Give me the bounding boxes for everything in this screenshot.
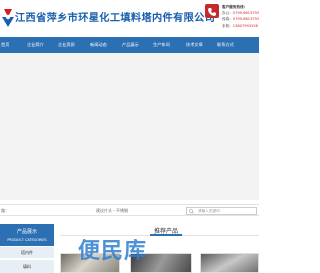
product-thumbnail[interactable] <box>200 253 259 273</box>
phone-value: 0799-6613792 <box>232 11 260 16</box>
breadcrumb-bar: 路： 建议片头 - 不锈钢 请输入关键词 <box>0 204 259 216</box>
nav-item-qualification[interactable]: 企业资质 <box>58 37 75 53</box>
nav-item-articles[interactable]: 技术文章 <box>186 37 203 53</box>
search-placeholder: 请输入关键词 <box>198 209 220 213</box>
sidebar-item-packing[interactable]: 填料 <box>0 260 54 273</box>
nav-item-news[interactable]: 新闻动态 <box>90 37 107 53</box>
search-icon[interactable] <box>189 209 194 214</box>
hotline-info: 客户服务热线： 办公：0799-6613792 传真：0799-6613792 … <box>222 4 259 29</box>
section-divider-accent <box>150 234 182 236</box>
fax-label: 传真： <box>222 17 233 22</box>
site-header: 江西省萍乡市环星化工填料塔内件有限公司 客户服务热线： 办公：0799-6613… <box>0 0 259 36</box>
breadcrumb[interactable]: 建议片头 - 不锈钢 <box>96 208 128 214</box>
fax-value: 0799-6613792 <box>232 17 260 22</box>
main-nav: 首页 企业简介 企业资质 新闻动态 产品展示 生产车间 技术文章 联系方式 <box>0 37 259 53</box>
sidebar-subtitle: PRODUCT CATEGORIES <box>7 238 47 242</box>
breadcrumb-prefix: 路： <box>1 208 9 213</box>
watermark-text: 便民库 <box>78 239 148 264</box>
nav-item-about[interactable]: 企业简介 <box>27 37 44 53</box>
nav-item-contact[interactable]: 联系方式 <box>217 37 234 53</box>
banner-area <box>0 53 259 200</box>
mobile-label: 手机： <box>222 23 233 28</box>
phone-label: 办公： <box>222 11 233 16</box>
search-input[interactable]: 请输入关键词 <box>186 207 257 215</box>
sidebar-item-tower-internals[interactable]: 塔内件 <box>0 247 54 259</box>
nav-item-home[interactable]: 首页 <box>1 37 9 53</box>
sidebar-header: 产品展示 PRODUCT CATEGORIES <box>0 224 54 246</box>
nav-item-products[interactable]: 产品展示 <box>122 37 139 53</box>
company-logo[interactable] <box>1 6 15 28</box>
phone-icon <box>205 4 219 18</box>
nav-item-workshop[interactable]: 生产车间 <box>153 37 170 53</box>
sidebar-title: 产品展示 <box>16 229 37 235</box>
mobile-value: 13807993256 <box>232 23 258 28</box>
company-name: 江西省萍乡市环星化工填料塔内件有限公司 <box>15 12 216 24</box>
